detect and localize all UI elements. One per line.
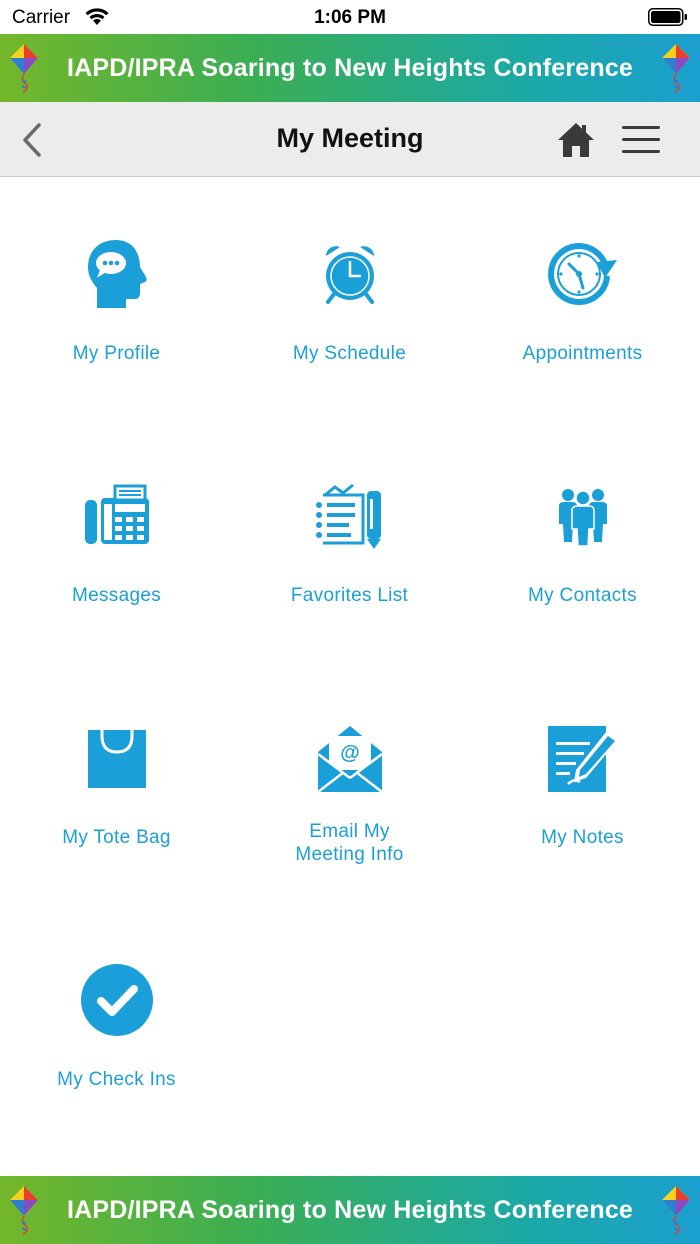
- home-button[interactable]: [556, 120, 596, 160]
- tile-label: My Contacts: [528, 585, 637, 606]
- checklist-pen-icon: [233, 476, 466, 556]
- tile-email-my-meeting-info[interactable]: @ Email My Meeting Info: [233, 662, 466, 904]
- tile-label: My Schedule: [292, 343, 407, 364]
- menu-button[interactable]: [620, 122, 662, 158]
- tile-my-notes[interactable]: My Notes: [466, 662, 699, 904]
- tile-my-check-ins[interactable]: My Check Ins: [0, 904, 233, 1146]
- tile-label: Email My Meeting Info: [233, 820, 466, 866]
- conference-banner-top: IAPD/IPRA Soaring to New Heights Confere…: [0, 34, 700, 102]
- tile-my-schedule[interactable]: My Schedule: [233, 178, 466, 420]
- tile-label: Appointments: [522, 343, 643, 364]
- shopping-bag-icon: [0, 718, 233, 798]
- tile-appointments[interactable]: Appointments: [466, 178, 699, 420]
- home-icon: [558, 123, 594, 157]
- status-time: 1:06 PM: [314, 7, 386, 28]
- kite-icon: [660, 1184, 692, 1241]
- banner-title: IAPD/IPRA Soaring to New Heights Confere…: [66, 1195, 634, 1224]
- tile-label: My Notes: [541, 827, 624, 848]
- tile-label: Favorites List: [290, 585, 409, 606]
- tile-label: My Profile: [72, 343, 161, 364]
- fax-phone-icon: [0, 476, 233, 556]
- svg-text:@: @: [340, 742, 360, 764]
- kite-icon: [8, 42, 40, 99]
- tile-label-line: Meeting Info: [295, 844, 404, 865]
- status-bar: Carrier 1:06 PM: [0, 0, 700, 34]
- tile-label: My Check Ins: [57, 1069, 176, 1090]
- people-group-icon: [466, 476, 699, 556]
- navigation-bar: My Meeting: [0, 102, 700, 177]
- hamburger-menu-icon: [622, 126, 660, 153]
- tile-label: My Tote Bag: [62, 827, 171, 848]
- tile-label-line: Email My: [309, 821, 390, 842]
- tile-my-tote-bag[interactable]: My Tote Bag: [0, 662, 233, 904]
- kite-icon: [8, 1184, 40, 1241]
- battery-icon: [648, 8, 688, 31]
- tile-favorites-list[interactable]: Favorites List: [233, 420, 466, 662]
- tile-my-contacts[interactable]: My Contacts: [466, 420, 699, 662]
- email-envelope-icon: @: [233, 718, 466, 798]
- tile-my-profile[interactable]: My Profile: [0, 178, 233, 420]
- notes-pencil-icon: [466, 718, 699, 798]
- checkmark-circle-icon: [0, 960, 233, 1040]
- profile-head-icon: [0, 234, 233, 314]
- clock-arrow-icon: [466, 234, 699, 314]
- conference-banner-bottom: IAPD/IPRA Soaring to New Heights Confere…: [0, 1176, 700, 1244]
- alarm-clock-icon: [233, 234, 466, 314]
- banner-title: IAPD/IPRA Soaring to New Heights Confere…: [66, 53, 634, 82]
- tile-messages[interactable]: Messages: [0, 420, 233, 662]
- kite-icon: [660, 42, 692, 99]
- tile-label: Messages: [72, 585, 161, 606]
